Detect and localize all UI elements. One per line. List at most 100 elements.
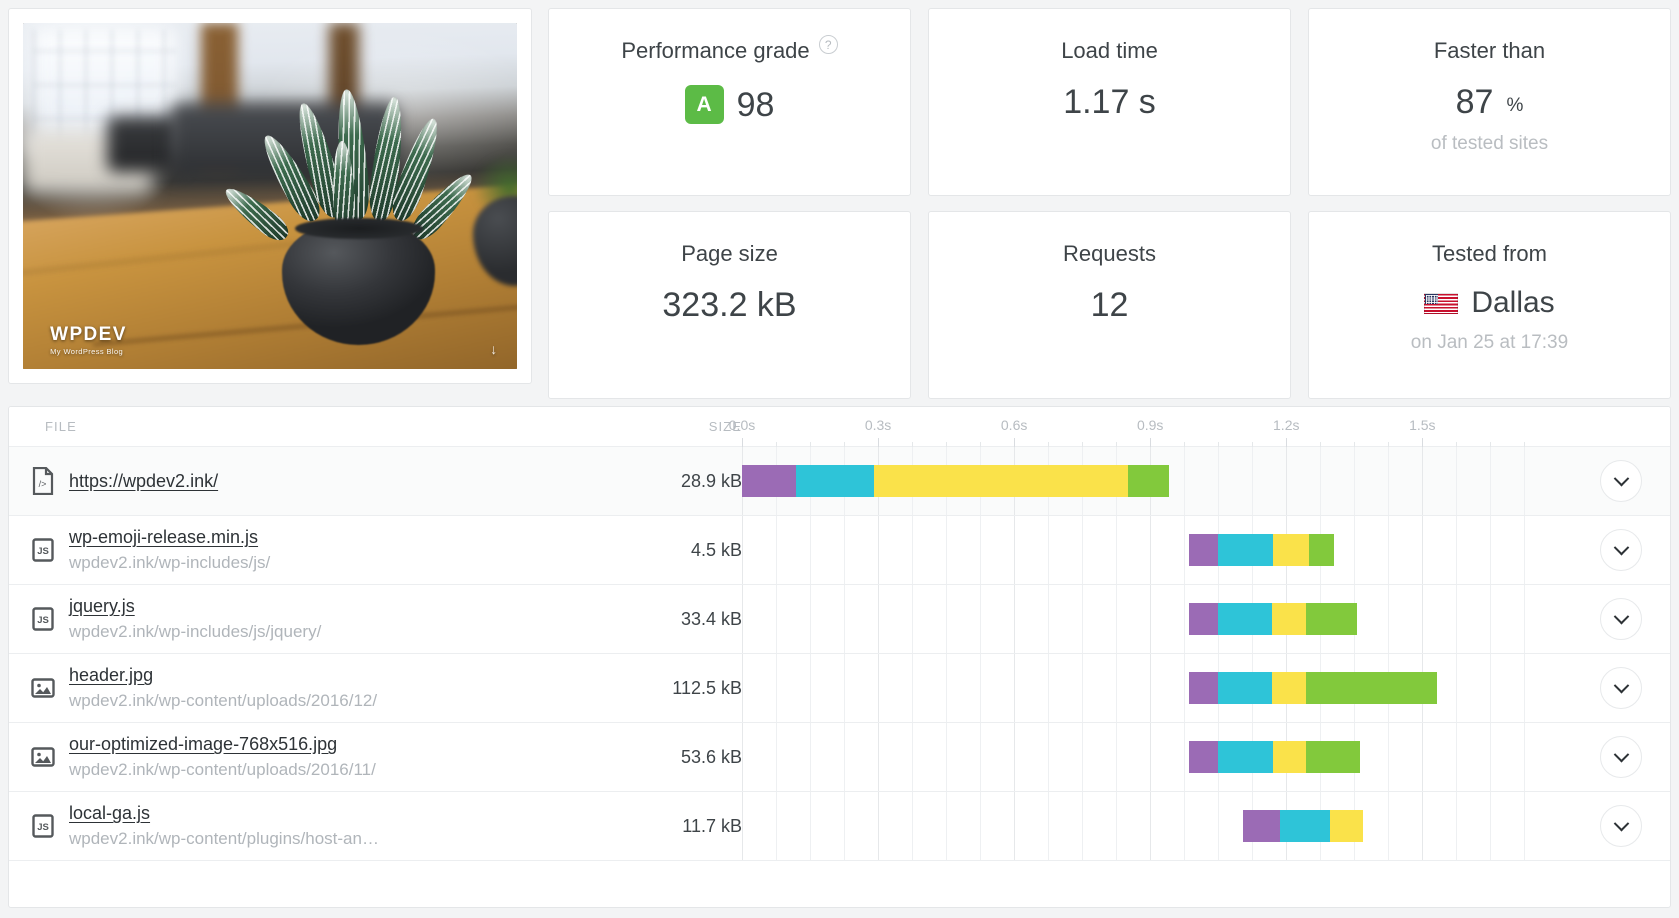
gridline-minor <box>1116 516 1118 584</box>
waterfall-cell[interactable] <box>742 516 1572 584</box>
gridline-minor <box>810 792 812 860</box>
gridline-minor <box>1082 654 1084 722</box>
gridline-minor <box>1524 654 1526 722</box>
gridline-minor <box>946 792 948 860</box>
chart-gridlines <box>742 792 1572 860</box>
bar-segment-receive <box>1127 465 1170 497</box>
axis-tick-mark <box>1422 437 1424 447</box>
axis-tick-label: 0.6s <box>1000 416 1028 433</box>
chart-gridlines <box>742 516 1572 584</box>
gridline <box>1422 792 1424 860</box>
metric-value: 323.2 kB <box>662 286 797 325</box>
axis-minor-tick <box>844 441 846 447</box>
metric-value: 1.17 s <box>1063 83 1156 122</box>
metric-subtext: of tested sites <box>1430 133 1549 155</box>
table-row[interactable]: our-optimized-image-768x516.jpg wpdev2.in… <box>9 723 1670 792</box>
table-row[interactable]: JS jquery.js wpdev2.ink/wp-includes/js/jqu… <box>9 585 1670 654</box>
metric-value: Dallas <box>1424 286 1555 320</box>
gridline-minor <box>1524 447 1526 515</box>
expand-row-button[interactable] <box>1600 736 1642 778</box>
chevron-down-icon <box>1613 539 1629 555</box>
photo-chair <box>106 116 182 172</box>
gridline <box>878 723 880 791</box>
gridline-minor <box>1490 723 1492 791</box>
waterfall-cell[interactable] <box>742 792 1572 860</box>
axis-minor-tick <box>1524 441 1526 447</box>
metric-value: 87 % <box>1456 85 1524 119</box>
gridline-minor <box>1456 654 1458 722</box>
gridline-minor <box>1456 792 1458 860</box>
expand-row-button[interactable] <box>1600 529 1642 571</box>
file-path: wpdev2.ink/wp-content/plugins/host-an… <box>69 829 379 848</box>
waterfall-bar[interactable] <box>1188 603 1357 635</box>
gridline-minor <box>980 792 982 860</box>
file-cell: our-optimized-image-768x516.jpg wpdev2.in… <box>9 723 609 791</box>
gridline-minor <box>810 654 812 722</box>
file-name-link[interactable]: https://wpdev2.ink/ <box>69 471 218 492</box>
file-name-link[interactable]: our-optimized-image-768x516.jpg <box>69 734 376 755</box>
gridline-minor <box>1116 654 1118 722</box>
metric-value: A 98 <box>684 85 774 125</box>
gridline-minor <box>1388 447 1390 515</box>
test-location: Dallas <box>1471 286 1555 320</box>
gridline-minor <box>1388 792 1390 860</box>
bar-segment-ssl <box>1243 810 1281 842</box>
waterfall-cell[interactable] <box>742 447 1572 515</box>
expand-cell <box>1572 723 1670 791</box>
table-row[interactable]: /> https://wpdev2.ink/28.9 kB <box>9 447 1670 516</box>
expand-row-button[interactable] <box>1600 805 1642 847</box>
gridline <box>742 792 743 860</box>
waterfall-cell[interactable] <box>742 654 1572 722</box>
percent-unit: % <box>1506 95 1524 117</box>
site-logo-overlay: WPDEV My WordPress Blog <box>50 325 127 356</box>
metric-label: Load time <box>1061 38 1158 63</box>
waterfall-bar[interactable] <box>1188 534 1334 566</box>
help-icon[interactable]: ? <box>818 35 838 54</box>
us-flag-icon <box>1424 292 1459 314</box>
expand-row-button[interactable] <box>1600 460 1642 502</box>
file-name-link[interactable]: header.jpg <box>69 665 377 686</box>
table-row[interactable]: header.jpg wpdev2.ink/wp-content/uploads/… <box>9 654 1670 723</box>
bar-segment-ssl <box>742 465 797 497</box>
waterfall-cell[interactable] <box>742 585 1572 653</box>
expand-cell <box>1572 516 1670 584</box>
gridline-minor <box>1490 654 1492 722</box>
file-path: wpdev2.ink/wp-content/uploads/2016/11/ <box>69 760 376 779</box>
file-name-link[interactable]: local-ga.js <box>69 803 379 824</box>
gridline-minor <box>946 654 948 722</box>
table-row[interactable]: JS wp-emoji-release.min.js wpdev2.ink/wp-i… <box>9 516 1670 585</box>
bar-segment-wait <box>1272 741 1306 773</box>
axis-minor-tick <box>1184 441 1186 447</box>
gridline-minor <box>1048 792 1050 860</box>
waterfall-cell[interactable] <box>742 723 1572 791</box>
metric-card-requests: Requests 12 <box>928 211 1291 399</box>
gridline <box>742 654 743 722</box>
gridline-minor <box>1184 516 1186 584</box>
gridline <box>1014 792 1016 860</box>
file-name-link[interactable]: jquery.js <box>69 596 321 617</box>
gridline-minor <box>1048 585 1050 653</box>
gridline-minor <box>1082 585 1084 653</box>
gridline-minor <box>844 654 846 722</box>
waterfall-bar[interactable] <box>742 465 1170 497</box>
file-name-link[interactable]: wp-emoji-release.min.js <box>69 527 270 548</box>
waterfall-bar[interactable] <box>1188 741 1361 773</box>
waterfall-bar[interactable] <box>1188 672 1438 704</box>
gridline-minor <box>1524 723 1526 791</box>
js-file-icon: JS <box>31 812 55 840</box>
gridline-minor <box>776 723 778 791</box>
axis-tick-label: 0.9s <box>1136 416 1164 433</box>
axis-minor-tick <box>1354 441 1356 447</box>
file-size-cell: 112.5 kB <box>672 677 742 698</box>
column-header-size: SIZE <box>708 419 742 434</box>
expand-row-button[interactable] <box>1600 667 1642 709</box>
gridline-minor <box>776 516 778 584</box>
column-header-file: FILE <box>45 419 77 434</box>
gridline-minor <box>1082 516 1084 584</box>
gridline-minor <box>1048 723 1050 791</box>
gridline <box>1014 585 1016 653</box>
expand-row-button[interactable] <box>1600 598 1642 640</box>
waterfall-bar[interactable] <box>1243 810 1364 842</box>
gridline <box>1286 447 1288 515</box>
table-row[interactable]: JS local-ga.js wpdev2.ink/wp-content/plugi… <box>9 792 1670 861</box>
